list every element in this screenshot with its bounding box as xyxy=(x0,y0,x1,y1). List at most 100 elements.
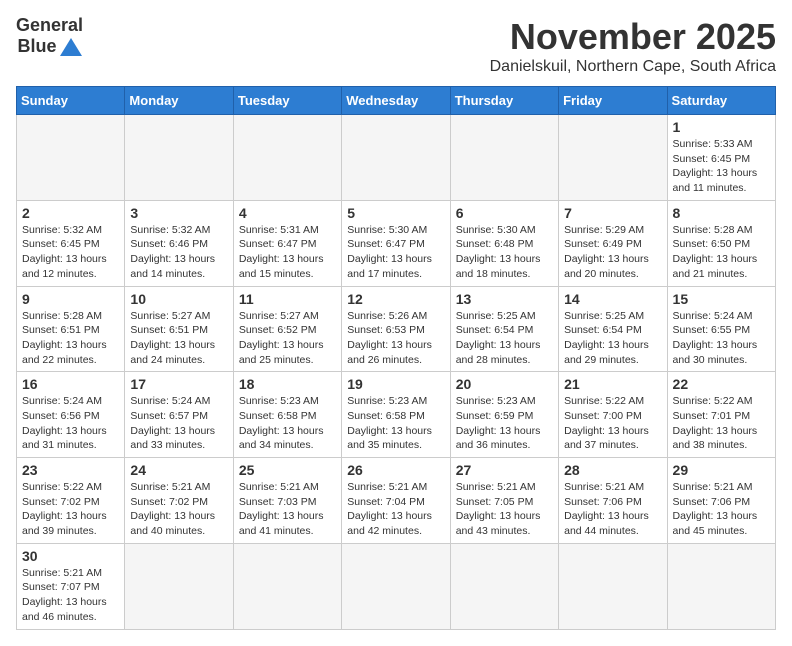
table-row: 15Sunrise: 5:24 AM Sunset: 6:55 PM Dayli… xyxy=(667,286,775,372)
calendar-subtitle: Danielskuil, Northern Cape, South Africa xyxy=(490,58,776,76)
title-section: November 2025 Danielskuil, Northern Cape… xyxy=(490,16,776,76)
day-info: Sunrise: 5:23 AM Sunset: 6:58 PM Dayligh… xyxy=(239,394,336,453)
day-number: 18 xyxy=(239,376,336,392)
day-number: 12 xyxy=(347,291,444,307)
table-row: 27 Sunrise: 5:21 AM Sunset: 7:05 PM Dayli… xyxy=(450,458,558,544)
day-number: 26 xyxy=(347,462,444,478)
table-row: 21Sunrise: 5:22 AM Sunset: 7:00 PM Dayli… xyxy=(559,372,667,458)
day-number: 5 xyxy=(347,205,444,221)
day-info: Sunrise: 5:21 AM Sunset: 7:06 PM Dayligh… xyxy=(673,480,770,539)
table-row: 10Sunrise: 5:27 AM Sunset: 6:51 PM Dayli… xyxy=(125,286,233,372)
table-row: 1 Sunrise: 5:33 AM Sunset: 6:45 PM Daylig… xyxy=(667,115,775,201)
day-info: Sunrise: 5:25 AM Sunset: 6:54 PM Dayligh… xyxy=(564,309,661,368)
day-info: Sunrise: 5:30 AM Sunset: 6:47 PM Dayligh… xyxy=(347,223,444,282)
table-row xyxy=(450,543,558,629)
day-info: Sunrise: 5:22 AM Sunset: 7:00 PM Dayligh… xyxy=(564,394,661,453)
day-number: 24 xyxy=(130,462,227,478)
calendar-week-row: 23Sunrise: 5:22 AM Sunset: 7:02 PM Dayli… xyxy=(17,458,776,544)
calendar-week-row: 9 Sunrise: 5:28 AM Sunset: 6:51 PM Daylig… xyxy=(17,286,776,372)
logo-text: General xyxy=(16,16,83,36)
day-number: 20 xyxy=(456,376,553,392)
header-sunday: Sunday xyxy=(17,87,125,115)
day-info: Sunrise: 5:23 AM Sunset: 6:59 PM Dayligh… xyxy=(456,394,553,453)
header-monday: Monday xyxy=(125,87,233,115)
day-info: Sunrise: 5:24 AM Sunset: 6:57 PM Dayligh… xyxy=(130,394,227,453)
calendar-title: November 2025 xyxy=(490,16,776,58)
calendar-table: Sunday Monday Tuesday Wednesday Thursday… xyxy=(16,86,776,630)
day-info: Sunrise: 5:24 AM Sunset: 6:56 PM Dayligh… xyxy=(22,394,119,453)
table-row: 9 Sunrise: 5:28 AM Sunset: 6:51 PM Daylig… xyxy=(17,286,125,372)
table-row: 25Sunrise: 5:21 AM Sunset: 7:03 PM Dayli… xyxy=(233,458,341,544)
day-number: 22 xyxy=(673,376,770,392)
table-row: 2 Sunrise: 5:32 AM Sunset: 6:45 PM Daylig… xyxy=(17,200,125,286)
logo-blue-text: Blue xyxy=(18,36,57,57)
day-info: Sunrise: 5:22 AM Sunset: 7:02 PM Dayligh… xyxy=(22,480,119,539)
day-number: 27 xyxy=(456,462,553,478)
day-info: Sunrise: 5:23 AM Sunset: 6:58 PM Dayligh… xyxy=(347,394,444,453)
day-number: 8 xyxy=(673,205,770,221)
day-number: 15 xyxy=(673,291,770,307)
header-saturday: Saturday xyxy=(667,87,775,115)
day-info: Sunrise: 5:21 AM Sunset: 7:03 PM Dayligh… xyxy=(239,480,336,539)
day-number: 11 xyxy=(239,291,336,307)
day-info: Sunrise: 5:27 AM Sunset: 6:52 PM Dayligh… xyxy=(239,309,336,368)
table-row: 23Sunrise: 5:22 AM Sunset: 7:02 PM Dayli… xyxy=(17,458,125,544)
day-info: Sunrise: 5:28 AM Sunset: 6:51 PM Dayligh… xyxy=(22,309,119,368)
table-row: 18 Sunrise: 5:23 AM Sunset: 6:58 PM Dayli… xyxy=(233,372,341,458)
day-info: Sunrise: 5:27 AM Sunset: 6:51 PM Dayligh… xyxy=(130,309,227,368)
table-row: 16 Sunrise: 5:24 AM Sunset: 6:56 PM Dayli… xyxy=(17,372,125,458)
table-row xyxy=(125,115,233,201)
table-row xyxy=(125,543,233,629)
table-row: 28 Sunrise: 5:21 AM Sunset: 7:06 PM Dayli… xyxy=(559,458,667,544)
table-row: 4Sunrise: 5:31 AM Sunset: 6:47 PM Daylig… xyxy=(233,200,341,286)
table-row: 14Sunrise: 5:25 AM Sunset: 6:54 PM Dayli… xyxy=(559,286,667,372)
header-thursday: Thursday xyxy=(450,87,558,115)
header-friday: Friday xyxy=(559,87,667,115)
table-row: 13Sunrise: 5:25 AM Sunset: 6:54 PM Dayli… xyxy=(450,286,558,372)
day-number: 19 xyxy=(347,376,444,392)
day-number: 6 xyxy=(456,205,553,221)
day-number: 9 xyxy=(22,291,119,307)
day-info: Sunrise: 5:21 AM Sunset: 7:06 PM Dayligh… xyxy=(564,480,661,539)
day-info: Sunrise: 5:32 AM Sunset: 6:45 PM Dayligh… xyxy=(22,223,119,282)
day-info: Sunrise: 5:32 AM Sunset: 6:46 PM Dayligh… xyxy=(130,223,227,282)
table-row xyxy=(233,543,341,629)
day-info: Sunrise: 5:29 AM Sunset: 6:49 PM Dayligh… xyxy=(564,223,661,282)
day-info: Sunrise: 5:21 AM Sunset: 7:04 PM Dayligh… xyxy=(347,480,444,539)
table-row: 17Sunrise: 5:24 AM Sunset: 6:57 PM Dayli… xyxy=(125,372,233,458)
table-row xyxy=(233,115,341,201)
day-number: 28 xyxy=(564,462,661,478)
table-row xyxy=(559,543,667,629)
table-row: 12 Sunrise: 5:26 AM Sunset: 6:53 PM Dayli… xyxy=(342,286,450,372)
table-row: 7 Sunrise: 5:29 AM Sunset: 6:49 PM Daylig… xyxy=(559,200,667,286)
day-info: Sunrise: 5:26 AM Sunset: 6:53 PM Dayligh… xyxy=(347,309,444,368)
table-row xyxy=(667,543,775,629)
calendar-header-row: Sunday Monday Tuesday Wednesday Thursday… xyxy=(17,87,776,115)
calendar-week-row: 16 Sunrise: 5:24 AM Sunset: 6:56 PM Dayli… xyxy=(17,372,776,458)
table-row xyxy=(342,543,450,629)
day-info: Sunrise: 5:30 AM Sunset: 6:48 PM Dayligh… xyxy=(456,223,553,282)
day-info: Sunrise: 5:33 AM Sunset: 6:45 PM Dayligh… xyxy=(673,137,770,196)
day-info: Sunrise: 5:21 AM Sunset: 7:02 PM Dayligh… xyxy=(130,480,227,539)
calendar-week-row: 1 Sunrise: 5:33 AM Sunset: 6:45 PM Daylig… xyxy=(17,115,776,201)
table-row: 22Sunrise: 5:22 AM Sunset: 7:01 PM Dayli… xyxy=(667,372,775,458)
table-row xyxy=(559,115,667,201)
logo: General Blue xyxy=(16,16,83,58)
table-row: 24 Sunrise: 5:21 AM Sunset: 7:02 PM Dayli… xyxy=(125,458,233,544)
day-number: 7 xyxy=(564,205,661,221)
logo-triangle-icon xyxy=(60,36,82,58)
table-row: 8Sunrise: 5:28 AM Sunset: 6:50 PM Daylig… xyxy=(667,200,775,286)
page-header: General Blue November 2025 Danielskuil, … xyxy=(16,16,776,76)
table-row: 19 Sunrise: 5:23 AM Sunset: 6:58 PM Dayli… xyxy=(342,372,450,458)
table-row xyxy=(17,115,125,201)
day-number: 4 xyxy=(239,205,336,221)
table-row: 6 Sunrise: 5:30 AM Sunset: 6:48 PM Daylig… xyxy=(450,200,558,286)
day-number: 2 xyxy=(22,205,119,221)
day-info: Sunrise: 5:21 AM Sunset: 7:05 PM Dayligh… xyxy=(456,480,553,539)
day-number: 16 xyxy=(22,376,119,392)
day-number: 29 xyxy=(673,462,770,478)
table-row xyxy=(342,115,450,201)
table-row: 20 Sunrise: 5:23 AM Sunset: 6:59 PM Dayli… xyxy=(450,372,558,458)
day-number: 1 xyxy=(673,119,770,135)
table-row: 26 Sunrise: 5:21 AM Sunset: 7:04 PM Dayli… xyxy=(342,458,450,544)
